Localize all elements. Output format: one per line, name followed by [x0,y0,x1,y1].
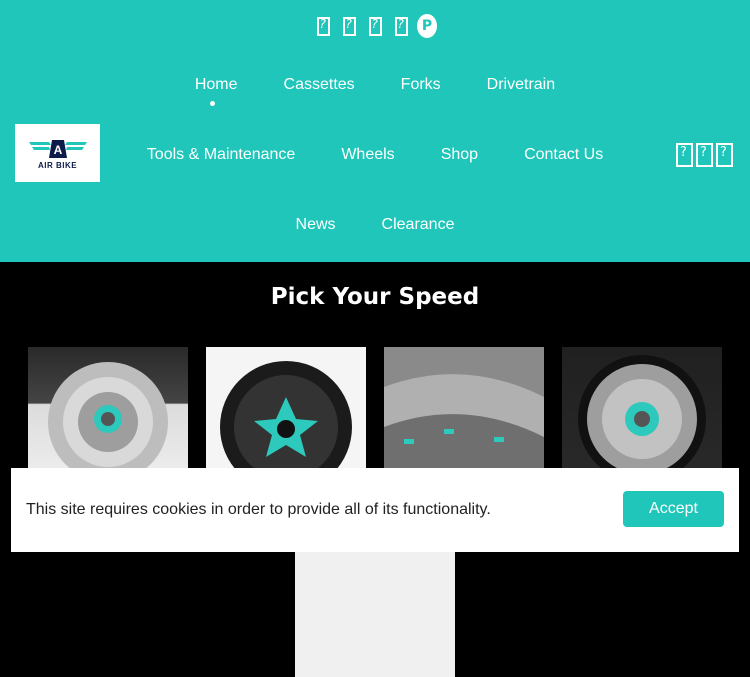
cookie-banner: This site requires cookies in order to p… [11,468,739,552]
social-icon-1[interactable] [313,14,333,38]
cassette-image-icon [48,362,168,482]
active-indicator-dot [210,101,215,106]
product-image-5[interactable] [295,537,455,677]
product-image-4[interactable] [562,347,722,487]
cassette-image-icon [578,355,706,483]
product-image-2[interactable] [206,347,366,487]
social-icon-2[interactable] [339,14,359,38]
nav-item-wheels[interactable]: Wheels [341,146,394,164]
nav-row-2: Tools & Maintenance Wheels Shop Contact … [0,146,750,164]
cassette-image-icon [384,347,544,487]
nav-item-home[interactable]: Home [195,76,238,94]
nav-item-tools[interactable]: Tools & Maintenance [147,146,296,164]
accept-cookies-button[interactable]: Accept [623,491,724,527]
site-header: P Home Cassettes Forks Drivetrain A AIR … [0,0,750,262]
header-tools [676,143,733,167]
social-links: P [0,14,750,38]
nav-row-3: News Clearance [0,216,750,234]
nav-item-news[interactable]: News [296,216,336,234]
nav-item-shop[interactable]: Shop [441,146,478,164]
nav-item-clearance[interactable]: Clearance [382,216,455,234]
nav-item-drivetrain[interactable]: Drivetrain [487,76,555,94]
social-icon-4[interactable] [391,14,411,38]
cassette-image-icon [220,361,352,487]
product-image-3[interactable] [384,347,544,487]
product-image-1[interactable] [28,347,188,487]
social-icon-3[interactable] [365,14,385,38]
nav-row-1: Home Cassettes Forks Drivetrain [0,76,750,94]
cookie-message: This site requires cookies in order to p… [26,501,491,518]
nav-item-cassettes[interactable]: Cassettes [284,76,355,94]
nav-item-forks[interactable]: Forks [401,76,441,94]
section-title: Pick Your Speed [270,284,480,310]
account-icon[interactable] [696,143,713,167]
nav-item-contact[interactable]: Contact Us [524,146,603,164]
cart-icon[interactable] [716,143,733,167]
search-icon[interactable] [676,143,693,167]
pinterest-icon[interactable]: P [417,14,437,38]
